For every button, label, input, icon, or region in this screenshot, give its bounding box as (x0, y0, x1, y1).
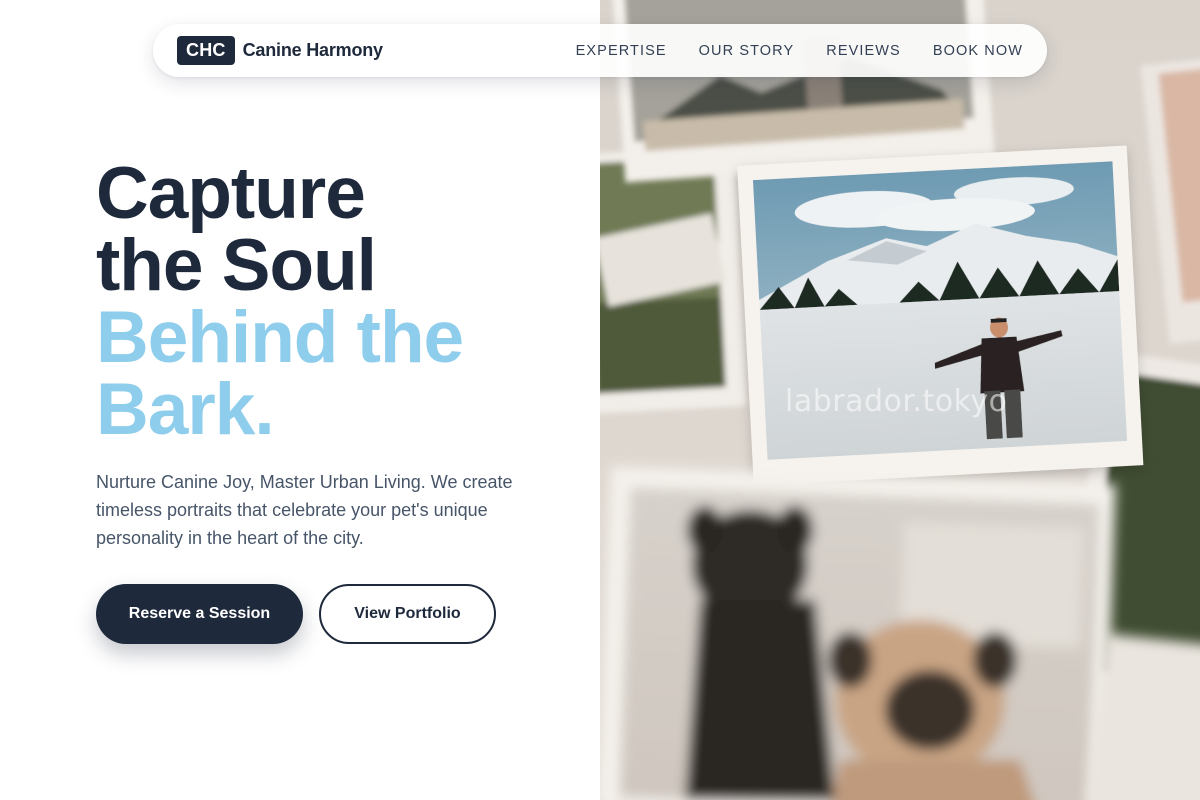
nav-links: EXPERTISE OUR STORY REVIEWS BOOK NOW (576, 43, 1023, 59)
image-watermark: labrador.tokyo (785, 384, 1008, 419)
view-portfolio-button[interactable]: View Portfolio (319, 584, 496, 644)
nav-link-book-now[interactable]: BOOK NOW (933, 43, 1023, 59)
hero-title-line-4: Bark. (96, 369, 275, 450)
nav-link-expertise[interactable]: EXPERTISE (576, 43, 667, 59)
hero-title-line-2: the Soul (96, 225, 377, 306)
hero-photo: labrador.tokyo (600, 0, 1200, 800)
hero-title-line-1: Capture (96, 153, 366, 234)
reserve-session-button[interactable]: Reserve a Session (96, 584, 303, 644)
hero-title-line-3: Behind the (96, 297, 464, 378)
brand-logo[interactable]: CHC Canine Harmony (177, 36, 383, 65)
nav-link-reviews[interactable]: REVIEWS (826, 43, 901, 59)
hero-title: Capture the Soul Behind the Bark. (96, 153, 464, 450)
top-navigation: CHC Canine Harmony EXPERTISE OUR STORY R… (153, 24, 1047, 77)
brand-badge: CHC (177, 36, 235, 65)
brand-name: Canine Harmony (242, 40, 383, 60)
nav-link-our-story[interactable]: OUR STORY (699, 43, 795, 59)
hero-subtitle: Nurture Canine Joy, Master Urban Living.… (96, 472, 513, 548)
